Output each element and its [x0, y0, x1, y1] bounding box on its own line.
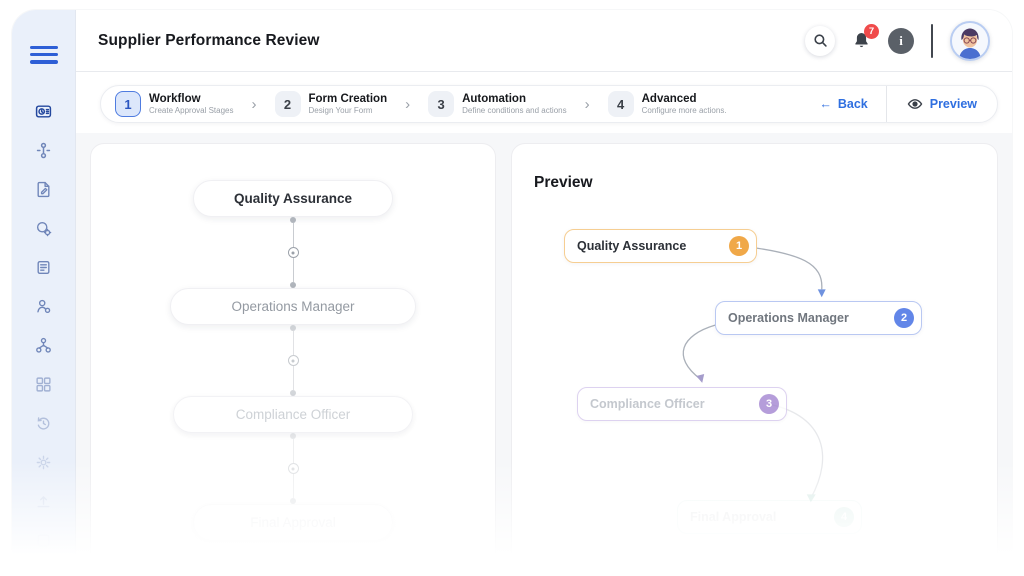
avatar-illustration-icon: [952, 22, 988, 59]
preview-card-number-badge: 2: [894, 308, 914, 328]
sidebar-item-history[interactable]: [34, 414, 54, 434]
step-number: 1: [115, 91, 141, 117]
stepper-bar: 1 Workflow Create Approval Stages › 2 Fo…: [100, 85, 998, 123]
add-stage-button[interactable]: [287, 247, 299, 258]
preview-card-label: Quality Assurance: [577, 239, 687, 253]
preview-card-label: Final Approval: [690, 510, 777, 524]
stage-connector: [287, 433, 299, 504]
preview-card-number-badge: 3: [759, 394, 779, 414]
step-number: 2: [274, 91, 301, 117]
stages-flow-icon: [36, 142, 51, 159]
add-stage-button[interactable]: [287, 463, 299, 474]
step-title: Workflow: [149, 93, 201, 106]
back-button[interactable]: ← Back: [801, 97, 885, 111]
content-area: Quality Assurance Operations Manager Com…: [76, 133, 1012, 570]
sidebar-item-form-editor[interactable]: [34, 180, 54, 200]
menu-toggle-icon[interactable]: [29, 42, 58, 68]
sidebar-item-user-management[interactable]: [34, 297, 54, 317]
step-subtitle: Configure more actions.: [641, 106, 727, 116]
page-title: Supplier Performance Review: [98, 31, 320, 49]
step-subtitle: Create Approval Stages: [149, 106, 234, 116]
sidebar-item-time-tracking[interactable]: [34, 102, 54, 122]
upload-icon: [37, 496, 50, 508]
preview-card-final-approval: Final Approval 4: [677, 500, 862, 534]
step-number: 4: [607, 91, 634, 117]
preview-card-label: Compliance Officer: [590, 397, 705, 411]
placeholder-icon: [37, 534, 50, 547]
preview-panel-title: Preview: [534, 174, 593, 191]
add-stage-button[interactable]: [287, 355, 299, 366]
clock-board-icon: [35, 105, 52, 118]
document-edit-icon: [37, 181, 50, 198]
sidebar-item-org-hierarchy[interactable]: [34, 336, 54, 356]
notification-count-badge: 7: [864, 23, 879, 39]
sidebar-item-settings[interactable]: [34, 453, 54, 473]
search-button[interactable]: [805, 25, 835, 56]
sidebar-item-publish[interactable]: [34, 492, 54, 512]
sidebar-item-records[interactable]: [34, 258, 54, 278]
automation-gear-icon: [36, 222, 52, 237]
sidebar-item-hidden[interactable]: [34, 531, 54, 551]
step-automation[interactable]: 3 Automation Define conditions and actio…: [424, 91, 571, 117]
chevron-right-icon: ›: [584, 95, 590, 113]
stage-quality-assurance[interactable]: Quality Assurance: [193, 180, 393, 217]
stage-final-approval[interactable]: Final Approval: [193, 504, 393, 541]
sidebar: [12, 10, 76, 570]
step-title: Automation: [462, 93, 526, 106]
hierarchy-icon: [36, 337, 51, 353]
stage-compliance-officer[interactable]: Compliance Officer: [173, 396, 413, 433]
step-subtitle: Design Your Form: [308, 106, 373, 116]
back-arrow-icon: ←: [819, 97, 832, 111]
preview-card-number-badge: 4: [834, 507, 854, 527]
history-icon: [37, 417, 50, 430]
gear-icon: [36, 455, 51, 470]
workflow-builder-panel: Quality Assurance Operations Manager Com…: [90, 143, 496, 570]
stage-connector: [287, 325, 299, 396]
info-button[interactable]: i: [888, 27, 914, 54]
search-icon: [813, 34, 827, 47]
step-workflow[interactable]: 1 Workflow Create Approval Stages: [111, 91, 238, 117]
notifications-button[interactable]: 7: [852, 23, 879, 51]
top-header: Supplier Performance Review 7 i: [76, 10, 1012, 72]
preview-card-number-badge: 1: [729, 236, 749, 256]
preview-label: Preview: [929, 97, 977, 111]
user-gear-icon: [37, 299, 51, 314]
step-form-creation[interactable]: 2 Form Creation Design Your Form: [271, 91, 392, 117]
sidebar-item-automation[interactable]: [34, 219, 54, 239]
preview-card-operations-manager: Operations Manager 2: [715, 301, 922, 335]
sidebar-item-approval-stages[interactable]: [34, 141, 54, 161]
user-avatar[interactable]: [950, 20, 990, 61]
stage-connector: [287, 217, 299, 288]
chevron-right-icon: ›: [251, 95, 257, 113]
preview-button[interactable]: Preview: [887, 96, 997, 112]
ledger-icon: [37, 261, 50, 275]
eye-icon: [907, 99, 923, 109]
app-window: Supplier Performance Review 7 i 1 Workfl…: [12, 10, 1012, 570]
back-label: Back: [837, 97, 868, 111]
stepper-zone: 1 Workflow Create Approval Stages › 2 Fo…: [76, 72, 1012, 133]
step-number: 3: [428, 91, 455, 117]
step-title: Advanced: [641, 93, 697, 106]
stage-operations-manager[interactable]: Operations Manager: [170, 288, 416, 325]
preview-card-label: Operations Manager: [728, 311, 849, 325]
preview-card-quality-assurance: Quality Assurance 1: [564, 229, 757, 263]
grid-icon: [36, 377, 51, 392]
sidebar-item-integrations[interactable]: [34, 375, 54, 395]
header-divider: [931, 23, 933, 58]
step-title: Form Creation: [308, 93, 388, 106]
preview-card-compliance-officer: Compliance Officer 3: [577, 387, 787, 421]
preview-panel: Preview Quality Assurance 1 Operations M…: [511, 143, 998, 570]
step-subtitle: Define conditions and actions: [462, 106, 567, 116]
step-advanced[interactable]: 4 Advanced Configure more actions.: [604, 91, 731, 117]
chevron-right-icon: ›: [405, 95, 411, 113]
